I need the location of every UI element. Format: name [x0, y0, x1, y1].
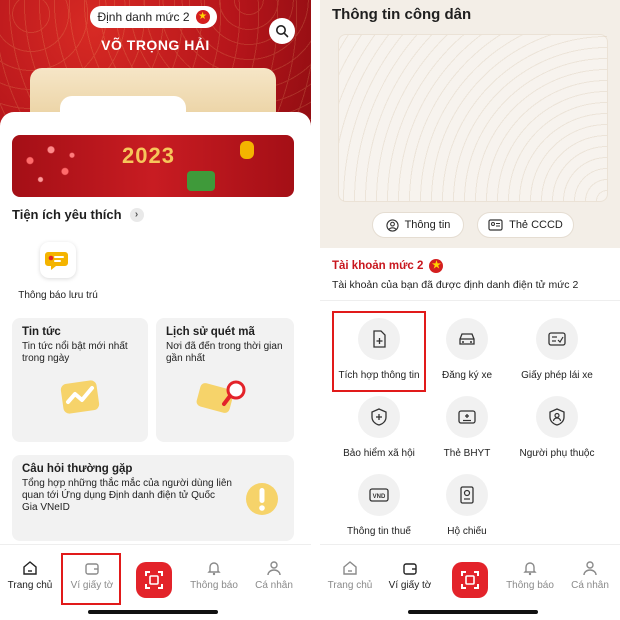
- account-level-title: Tài khoản mức 2 ★: [332, 259, 444, 273]
- license-card-icon: [536, 318, 578, 360]
- user-icon: [267, 561, 281, 576]
- feature-label: Đăng ký xe: [441, 370, 493, 381]
- nav-home[interactable]: Trang chủ: [0, 560, 60, 591]
- citizen-id-card[interactable]: [338, 34, 608, 202]
- news-tile[interactable]: Tin tức Tin tức nổi bật mới nhất trong n…: [12, 318, 148, 442]
- cccd-label: Thẻ CCCD: [509, 219, 563, 231]
- scan-history-desc: Nơi đã đến trong thời gian gần nhất: [166, 341, 283, 364]
- scan-history-illustration-icon: [196, 380, 246, 413]
- star-icon: ★: [429, 259, 444, 273]
- nav-home[interactable]: Trang chủ: [320, 560, 380, 591]
- left-screen-home: Định danh mức 2 ★ VÕ TRỌNG HẢI 2023 Tiện…: [0, 0, 311, 620]
- home-icon: [343, 561, 357, 575]
- news-title: Tin tức: [22, 326, 61, 338]
- feature-label: Bảo hiểm xã hội: [343, 448, 415, 459]
- residence-notice-icon: [40, 242, 76, 278]
- nav-notifications-label: Thông báo: [506, 580, 554, 591]
- nav-home-label: Trang chủ: [327, 580, 373, 591]
- nav-wallet[interactable]: Ví giấy tờ: [380, 560, 440, 591]
- nav-notifications[interactable]: Thông báo: [184, 560, 244, 591]
- citizen-info-title: Thông tin công dân: [332, 6, 472, 23]
- favorites-section-title[interactable]: Tiện ích yêu thích ›: [12, 207, 144, 222]
- info-tab-button[interactable]: Thông tin: [372, 212, 464, 238]
- health-card-icon: [446, 396, 488, 438]
- exclamation-icon: [246, 483, 278, 515]
- bell-icon: [207, 562, 221, 576]
- scan-qr-button[interactable]: [136, 562, 172, 598]
- faq-desc: Tổng hợp những thắc mắc của người dùng l…: [22, 478, 232, 513]
- favorite-item-label: Thông báo lưu trú: [18, 290, 98, 301]
- nav-profile[interactable]: Cá nhân: [244, 560, 304, 591]
- scan-history-tile[interactable]: Lịch sử quét mã Nơi đã đến trong thời gi…: [156, 318, 294, 442]
- feature-dependents[interactable]: Người phụ thuộc: [507, 396, 607, 459]
- nav-notifications-label: Thông báo: [190, 580, 238, 591]
- feature-vehicle-registration[interactable]: Đăng ký xe: [417, 318, 517, 381]
- car-icon: [446, 318, 488, 360]
- nav-wallet-label: Ví giấy tờ: [388, 580, 432, 591]
- favorite-residence-notice[interactable]: Thông báo lưu trú: [10, 242, 106, 301]
- news-desc: Tin tức nổi bật mới nhất trong ngày: [22, 341, 128, 364]
- feature-social-insurance[interactable]: Bảo hiểm xã hội: [329, 396, 429, 459]
- level-badge-label: Định danh mức 2: [97, 10, 190, 24]
- nav-home-label: Trang chủ: [7, 580, 53, 591]
- nav-profile[interactable]: Cá nhân: [560, 560, 620, 591]
- nav-notifications[interactable]: Thông báo: [500, 560, 560, 591]
- person-shield-icon: [536, 396, 578, 438]
- home-indicator: [408, 610, 538, 614]
- home-indicator: [88, 610, 218, 614]
- card-pattern: [339, 35, 607, 201]
- new-year-banner[interactable]: 2023: [12, 135, 294, 197]
- right-screen-wallet: Thông tin công dân Thông tin Thẻ CCCD Tà…: [320, 0, 620, 620]
- info-tab-label: Thông tin: [404, 219, 451, 231]
- gift-decoration: [187, 171, 215, 191]
- highlight-box-integrate: [332, 311, 426, 392]
- account-title-label: Tài khoản mức 2: [332, 260, 424, 272]
- feature-label: Hộ chiếu: [447, 526, 487, 537]
- highlight-box-wallet: [61, 553, 121, 605]
- feature-passport[interactable]: Hộ chiếu: [417, 474, 517, 537]
- bell-icon: [523, 562, 537, 576]
- faq-tile[interactable]: Câu hỏi thường gặp Tổng hợp những thắc m…: [12, 455, 294, 541]
- user-name: VÕ TRỌNG HẢI: [101, 37, 210, 53]
- scan-history-title: Lịch sử quét mã: [166, 326, 255, 338]
- user-circle-icon: [385, 218, 399, 232]
- feature-tax-info[interactable]: VND Thông tin thuế: [329, 474, 429, 537]
- feature-health-insurance-card[interactable]: Thẻ BHYT: [417, 396, 517, 459]
- star-icon: ★: [195, 10, 210, 24]
- panel-divider: [311, 0, 320, 620]
- nav-profile-label: Cá nhân: [571, 580, 609, 591]
- blossom-decoration: [16, 139, 86, 193]
- passport-icon: [446, 474, 488, 516]
- feature-label: Thẻ BHYT: [443, 448, 491, 459]
- section-separator: [320, 300, 620, 301]
- scan-qr-button[interactable]: [452, 562, 488, 598]
- banner-year: 2023: [122, 143, 175, 168]
- screenshot-root: Định danh mức 2 ★ VÕ TRỌNG HẢI 2023 Tiện…: [0, 0, 620, 620]
- cccd-card-button[interactable]: Thẻ CCCD: [477, 212, 574, 238]
- feature-driving-license[interactable]: Giấy phép lái xe: [507, 318, 607, 381]
- identity-level-badge[interactable]: Định danh mức 2 ★: [90, 6, 217, 28]
- id-card-icon: [488, 219, 503, 231]
- user-icon: [583, 561, 597, 576]
- wallet-icon: [403, 563, 417, 575]
- feature-label: Giấy phép lái xe: [521, 370, 593, 381]
- lantern-decoration: [240, 141, 254, 159]
- favorites-title-label: Tiện ích yêu thích: [12, 207, 122, 222]
- news-illustration-icon: [60, 380, 100, 414]
- scan-icon: [461, 571, 479, 589]
- faq-title: Câu hỏi thường gặp: [22, 463, 133, 475]
- search-icon: [276, 25, 289, 38]
- scan-icon: [145, 571, 163, 589]
- feature-label: Người phụ thuộc: [519, 448, 595, 459]
- svg-text:VND: VND: [373, 494, 386, 500]
- account-level-desc: Tài khoản của bạn đã được định danh điện…: [332, 279, 579, 291]
- vnd-tax-icon: VND: [358, 474, 400, 516]
- nav-profile-label: Cá nhân: [255, 580, 293, 591]
- feature-label: Thông tin thuế: [347, 526, 411, 537]
- shield-plus-icon: [358, 396, 400, 438]
- chevron-right-icon: ›: [129, 207, 144, 222]
- home-icon: [23, 561, 37, 575]
